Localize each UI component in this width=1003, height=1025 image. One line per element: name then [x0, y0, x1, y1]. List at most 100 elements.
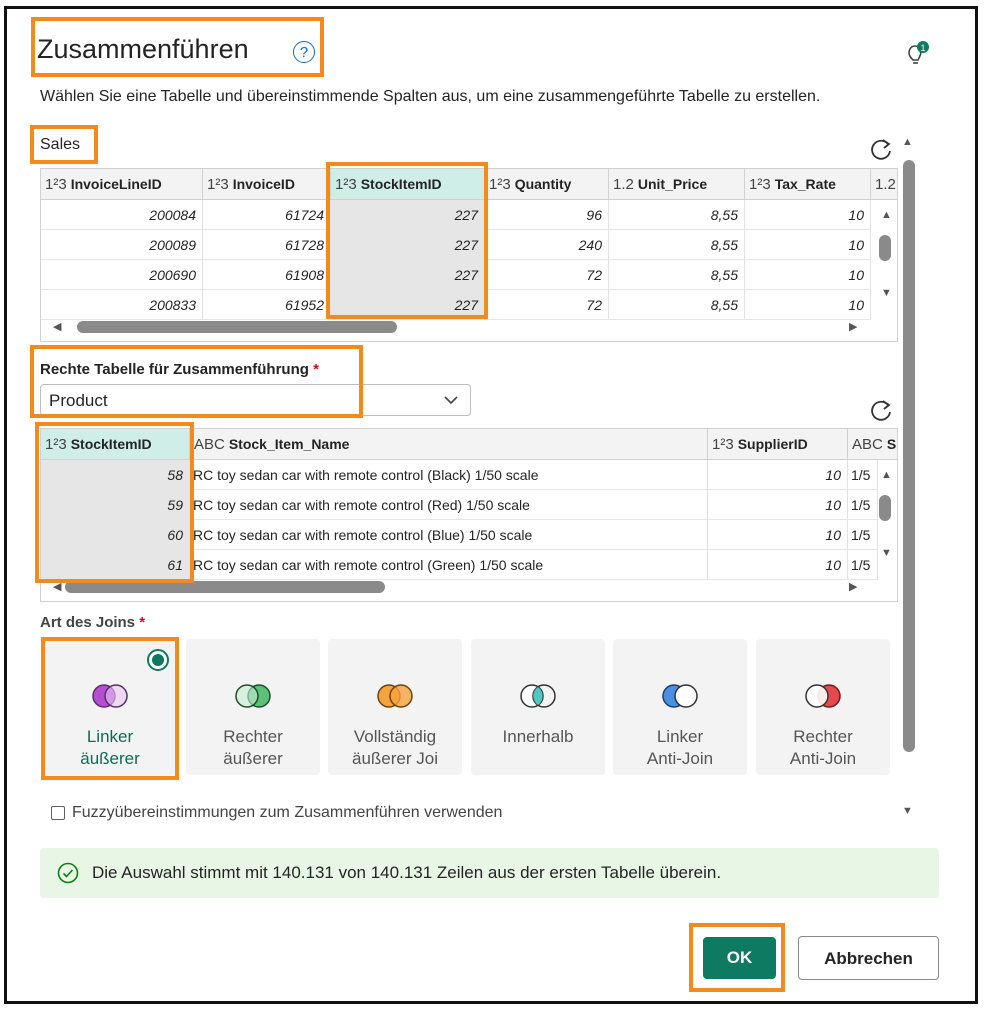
table-cell: 61728	[203, 230, 331, 260]
table-cell: 61952	[203, 290, 331, 320]
table-cell: 10	[745, 290, 871, 320]
table-cell: 59	[41, 490, 190, 520]
table-cell: 1/5	[848, 520, 878, 550]
join-option-left-outer[interactable]: Linker äußerer	[43, 639, 177, 775]
column-header[interactable]: ABCSiz	[848, 429, 897, 459]
scroll-left-arrow[interactable]: ◀	[53, 580, 61, 593]
join-option-line2: äußerer	[223, 749, 283, 768]
refresh-icon[interactable]	[868, 136, 894, 162]
fuzzy-checkbox[interactable]	[51, 806, 65, 820]
join-option-line2: Anti-Join	[789, 749, 857, 768]
main-scrollbar-thumb[interactable]	[903, 160, 915, 752]
table-cell: 8,55	[609, 260, 745, 290]
venn-inner-icon	[520, 684, 556, 708]
fuzzy-label[interactable]: Fuzzyübereinstimmungen zum Zusammenführe…	[72, 804, 502, 822]
table-cell: 10	[745, 200, 871, 230]
join-option-line1: Rechter	[223, 727, 283, 746]
join-option-right-outer[interactable]: Rechter äußerer	[186, 639, 320, 775]
table-cell: 200690	[41, 260, 203, 290]
table-cell: 60	[41, 520, 190, 550]
join-option-line1: Rechter	[793, 727, 853, 746]
left-table-preview[interactable]: 1²3 InvoiceLineID 1²3 InvoiceID 1²3 StockIt…	[40, 168, 898, 342]
table-cell: 10	[708, 490, 848, 520]
right-table-label: Rechte Tabelle für Zusammenführung *	[40, 361, 319, 378]
table-cell: 1/5	[848, 490, 878, 520]
scroll-left-arrow[interactable]: ◀	[53, 320, 61, 333]
right-table-preview[interactable]: 1²3 StockItemID ABC Stock_Item_Name 1²3 Sup…	[40, 428, 898, 602]
join-option-line1: Vollständig	[353, 727, 437, 746]
column-header[interactable]: 1²3 InvoiceLineID	[41, 169, 203, 199]
table-cell: 8,55	[609, 200, 745, 230]
venn-full-outer-icon	[377, 684, 413, 708]
venn-right-outer-icon	[235, 684, 271, 708]
table-cell: 10	[708, 520, 848, 550]
chevron-down-icon	[444, 396, 458, 405]
horizontal-scrollbar-thumb[interactable]	[77, 321, 397, 333]
table-cell: 61724	[203, 200, 331, 230]
venn-right-anti-icon	[805, 684, 841, 708]
column-header-selected[interactable]: 1²3 StockItemID	[331, 169, 485, 199]
table-cell: 72	[485, 260, 609, 290]
cancel-button[interactable]: Abbrechen	[798, 936, 939, 980]
dropdown-value: Product	[49, 391, 108, 410]
help-icon[interactable]: ?	[293, 41, 315, 63]
table-cell: 61	[41, 550, 190, 580]
table-cell: RC toy sedan car with remote control (Gr…	[190, 550, 708, 580]
table-cell: 10	[745, 260, 871, 290]
table-cell: RC toy sedan car with remote control (Bl…	[190, 520, 708, 550]
table-cell: 10	[708, 550, 848, 580]
match-status-banner: Die Auswahl stimmt mit 140.131 von 140.1…	[40, 848, 939, 898]
vertical-scrollbar-thumb[interactable]	[879, 495, 891, 521]
join-option-left-anti[interactable]: Linker Anti-Join	[613, 639, 747, 775]
table-cell: 227	[331, 260, 485, 290]
column-header-selected[interactable]: 1²3 StockItemID	[41, 429, 190, 459]
table-cell: 200089	[41, 230, 203, 260]
table-cell: 200084	[41, 200, 203, 230]
ok-button[interactable]: OK	[703, 937, 776, 979]
scroll-right-arrow[interactable]: ▶	[849, 320, 857, 333]
scroll-right-arrow[interactable]: ▶	[849, 580, 857, 593]
scroll-down-arrow[interactable]: ▼	[881, 547, 892, 559]
column-header[interactable]: 1²3 InvoiceID	[203, 169, 331, 199]
table-cell: 227	[331, 200, 485, 230]
dialog-subtitle: Wählen Sie eine Tabelle und übereinstimm…	[40, 88, 821, 105]
column-header[interactable]: 1²3 Quantity	[485, 169, 609, 199]
vertical-scrollbar-thumb[interactable]	[879, 235, 891, 261]
dialog-title: Zusammenführen	[37, 34, 249, 64]
column-header[interactable]: 1.2 Unit_Price	[609, 169, 745, 199]
left-table-name: Sales	[40, 136, 81, 153]
refresh-icon[interactable]	[868, 397, 894, 423]
scroll-up-arrow[interactable]: ▲	[902, 136, 913, 148]
horizontal-scrollbar-thumb[interactable]	[65, 581, 385, 593]
table-cell: 240	[485, 230, 609, 260]
join-option-full-outer[interactable]: Vollständig äußerer Joi	[328, 639, 462, 775]
scroll-up-arrow[interactable]: ▲	[881, 209, 892, 221]
column-header[interactable]: 1²3 Tax_Rate	[745, 169, 871, 199]
table-cell: 58	[41, 460, 190, 490]
join-option-inner[interactable]: Innerhalb	[471, 639, 605, 775]
column-header[interactable]: 1.2	[871, 169, 897, 199]
table-cell: 72	[485, 290, 609, 320]
join-option-line2: äußerer Joi	[352, 749, 438, 768]
table-cell: 200833	[41, 290, 203, 320]
table-cell: 1/5	[848, 460, 878, 490]
scroll-down-arrow[interactable]: ▼	[881, 287, 892, 299]
scroll-down-arrow[interactable]: ▼	[902, 805, 913, 817]
scroll-up-arrow[interactable]: ▲	[881, 469, 892, 481]
right-table-dropdown[interactable]: Product	[40, 384, 471, 416]
venn-left-outer-icon	[92, 684, 128, 708]
table-cell: 61908	[203, 260, 331, 290]
join-option-right-anti[interactable]: Rechter Anti-Join	[756, 639, 890, 775]
join-kind-label: Art des Joins *	[40, 614, 146, 631]
join-option-line1: Linker	[656, 727, 704, 746]
column-header[interactable]: ABC Stock_Item_Name	[190, 429, 708, 459]
join-option-line2: äußerer	[80, 749, 140, 768]
join-option-line2: Anti-Join	[646, 749, 714, 768]
column-header[interactable]: 1²3 SupplierID	[708, 429, 848, 459]
join-option-line1: Linker	[86, 727, 134, 746]
table-cell: 1/5	[848, 550, 878, 580]
table-cell: 8,55	[609, 230, 745, 260]
table-cell: RC toy sedan car with remote control (Re…	[190, 490, 708, 520]
badge-count: 1	[920, 43, 925, 53]
lightbulb-icon[interactable]: 1	[903, 40, 931, 68]
